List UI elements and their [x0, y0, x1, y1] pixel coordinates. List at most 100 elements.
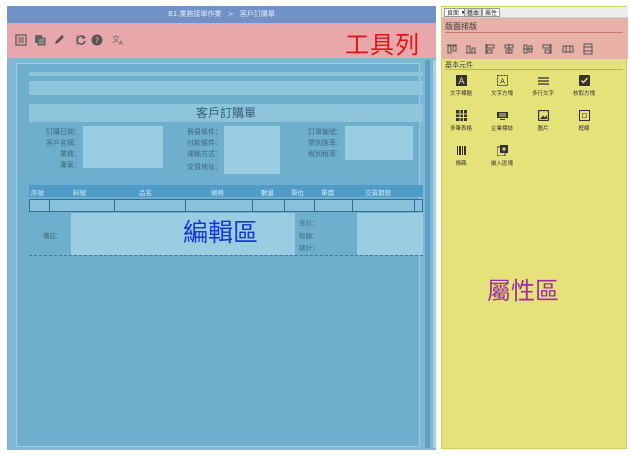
field-label-order-no: 訂單編號：: [308, 128, 343, 136]
svg-text:A: A: [119, 40, 124, 46]
same-height-icon[interactable]: [582, 43, 594, 55]
totals-field[interactable]: [357, 213, 423, 255]
edit-icon[interactable]: [51, 32, 66, 47]
element-barcode[interactable]: 條碼: [441, 144, 481, 167]
table-cell-divider: [114, 200, 115, 211]
image-icon: [537, 109, 549, 121]
field-box-mid[interactable]: [224, 126, 280, 174]
breadcrumb-item-module[interactable]: B1.業務接單作業: [168, 10, 221, 18]
table-icon: [455, 109, 467, 121]
table-header-cell: 料號: [73, 189, 86, 197]
field-label-tax: 稅別稅率：: [308, 150, 343, 158]
layout-section: 版面排版: [442, 18, 628, 59]
divider: [445, 32, 623, 33]
element-text-title[interactable]: A 文字標題: [441, 74, 481, 97]
field-label-customer: 客戶名稱：: [46, 139, 81, 147]
editor-scrollbar-track[interactable]: [433, 60, 436, 448]
total-label-subtotal: 合計：: [299, 219, 319, 227]
multiline-text-icon: [537, 74, 549, 86]
breadcrumb: B1.業務接單作業 > 客戶訂購單: [7, 6, 436, 23]
text-title-icon: A: [455, 74, 467, 86]
table-header-cell: 序號: [31, 189, 44, 197]
element-label: 企業標誌: [490, 126, 513, 132]
table-header-cell: 單位: [291, 189, 304, 197]
table-header-cell: 品名: [139, 189, 152, 197]
breadcrumb-item-page: 客戶訂購單: [239, 10, 275, 18]
copy-icon[interactable]: [32, 32, 47, 47]
align-top-icon[interactable]: [446, 43, 458, 55]
table-cell-divider: [49, 200, 50, 211]
properties-panel: 頁面 ⚑ 基本 屬性 版面排版 基本元件 A 文字標題 A 文字方塊 多行文字 …: [441, 6, 628, 449]
tab-basic[interactable]: 基本: [464, 8, 483, 17]
svg-text:?: ?: [94, 36, 98, 45]
element-image[interactable]: 圖片: [523, 109, 563, 132]
table-cell-divider: [414, 200, 415, 211]
form-title[interactable]: 客戶訂購單: [29, 104, 423, 122]
table-row[interactable]: [29, 199, 423, 212]
field-label-sales: 業務：: [60, 150, 81, 158]
svg-text:A: A: [458, 77, 465, 86]
field-box-right[interactable]: [345, 126, 413, 160]
translate-icon[interactable]: 文A: [110, 32, 125, 47]
border-icon: [578, 109, 590, 121]
form-canvas[interactable]: 客戶訂購單 訂購日期： 客戶名稱： 業務： 專案： 貿易條件： 付款條件： 運輸…: [16, 63, 423, 447]
element-logo[interactable]: 企業標誌: [482, 109, 522, 132]
tab-properties[interactable]: 屬性: [482, 8, 501, 17]
note-label: 備註：: [43, 232, 63, 240]
element-checkbox[interactable]: 核取方塊: [564, 74, 604, 97]
table-header-cell: 單價: [321, 189, 334, 197]
refresh-icon[interactable]: [73, 32, 88, 47]
element-label: 嵌入區塊: [490, 161, 513, 167]
element-label: 框線: [578, 126, 590, 132]
help-icon[interactable]: ?: [89, 32, 104, 47]
align-middle-icon[interactable]: [522, 43, 534, 55]
editor-scrollbar[interactable]: [425, 60, 430, 448]
align-left-icon[interactable]: [484, 43, 496, 55]
barcode-icon: [455, 144, 467, 156]
element-label: 圖片: [537, 126, 549, 132]
header-band[interactable]: [29, 81, 423, 95]
field-label-payment-terms: 付款條件：: [187, 139, 222, 147]
align-center-icon[interactable]: [503, 43, 515, 55]
align-right-icon[interactable]: [541, 43, 553, 55]
table-header-cell: 交貨期限: [365, 189, 391, 197]
element-embed-block[interactable]: 嵌入區塊: [482, 144, 522, 167]
tab-page-label: 頁面: [447, 10, 460, 17]
element-text-box[interactable]: A 文字方塊: [482, 74, 522, 97]
editor-area[interactable]: 客戶訂購單 訂購日期： 客戶名稱： 業務： 專案： 貿易條件： 付款條件： 運輸…: [7, 58, 436, 450]
table-cell-divider: [314, 200, 315, 211]
table-header[interactable]: 序號 料號 品名 規格 數量 單位 單價 交貨期限: [29, 185, 423, 197]
table-header-cell: 數量: [261, 189, 274, 197]
table-cell-divider: [284, 200, 285, 211]
table-cell-divider: [185, 200, 186, 211]
toolbar: B1.業務接單作業 > 客戶訂購單 ? 文A 工具列: [7, 6, 436, 59]
svg-text:A: A: [500, 77, 505, 85]
breadcrumb-separator: >: [227, 10, 234, 18]
field-label-delivery-address: 交貨地址：: [187, 163, 222, 171]
page-header-strip: [29, 72, 423, 76]
element-label: 多筆表格: [449, 126, 472, 132]
same-width-icon[interactable]: [562, 43, 574, 55]
field-label-shipping: 運輸方式：: [187, 150, 222, 158]
field-label-project: 專案：: [60, 161, 81, 169]
checkbox-icon: [578, 74, 590, 86]
properties-area-label: 屬性區: [487, 277, 559, 305]
element-table[interactable]: 多筆表格: [441, 109, 481, 132]
logo-icon: [496, 109, 508, 121]
table-cell-divider: [352, 200, 353, 211]
element-label: 條碼: [455, 161, 467, 167]
toolbar-area-label: 工具列: [345, 31, 420, 59]
field-label-currency: 幣別匯率：: [308, 139, 343, 147]
total-label-grand: 總計：: [299, 244, 319, 252]
element-label: 文字標題: [449, 91, 472, 97]
field-box-left[interactable]: [83, 126, 163, 168]
element-label: 多行文字: [531, 91, 554, 97]
table-header-cell: 規格: [211, 189, 224, 197]
element-border[interactable]: 框線: [564, 109, 604, 132]
layout-title: 版面排版: [445, 22, 477, 31]
align-bottom-icon[interactable]: [465, 43, 477, 55]
element-multiline-text[interactable]: 多行文字: [523, 74, 563, 97]
table-cell-divider: [252, 200, 253, 211]
editor-area-label: 編輯區: [183, 218, 259, 247]
list-icon[interactable]: [13, 32, 28, 47]
